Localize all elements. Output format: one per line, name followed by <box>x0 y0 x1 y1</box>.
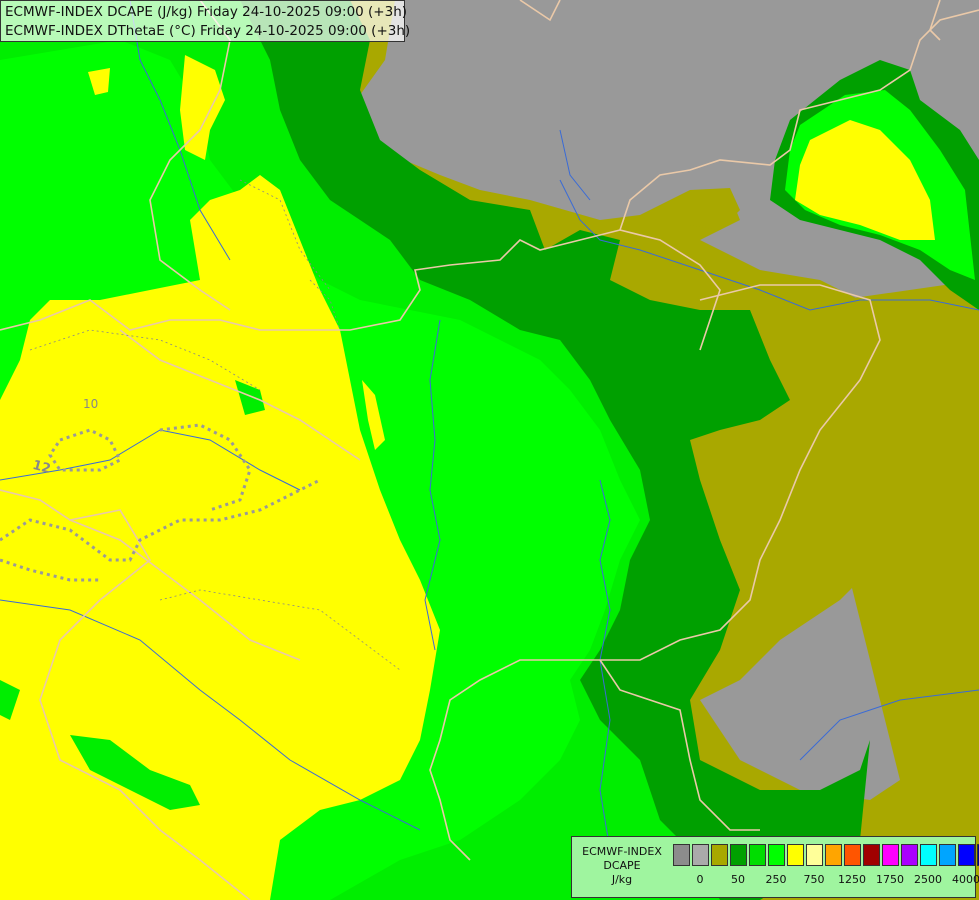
legend-swatch <box>786 844 805 866</box>
legend-ticks: 0 50 250 750 1250 1750 2500 4000 <box>673 873 979 889</box>
title-line-dthetae: ECMWF-INDEX DThetaE (°C) Friday 24-10-20… <box>5 23 411 39</box>
legend-parameter: DCAPE <box>603 859 641 872</box>
legend-swatch <box>938 844 957 866</box>
legend-swatch <box>691 844 710 866</box>
legend-swatch <box>673 844 691 866</box>
legend-swatch <box>843 844 862 866</box>
legend-swatches <box>673 844 979 866</box>
legend-tick-label: 750 <box>803 873 825 886</box>
dcape-map: 10 12 <box>0 0 979 900</box>
legend-title: ECMWF-INDEX DCAPE J/kg <box>572 845 672 887</box>
legend-tick-label: 0 <box>696 873 704 886</box>
legend-tick-label: 1250 <box>838 873 866 886</box>
legend-swatch <box>862 844 881 866</box>
legend-swatch <box>710 844 729 866</box>
title-line-dcape: ECMWF-INDEX DCAPE (J/kg) Friday 24-10-20… <box>5 4 408 20</box>
legend-tick-label: 4000 <box>952 873 979 886</box>
legend-tick-label: 1750 <box>876 873 904 886</box>
legend-swatch <box>919 844 938 866</box>
legend-swatch <box>900 844 919 866</box>
legend-tick-label: 250 <box>765 873 787 886</box>
legend-model: ECMWF-INDEX <box>582 845 662 858</box>
legend-tick-label: 50 <box>731 873 745 886</box>
legend-swatch <box>824 844 843 866</box>
legend-tick-label: 2500 <box>914 873 942 886</box>
map-title: ECMWF-INDEX DCAPE (J/kg) Friday 24-10-20… <box>0 0 411 42</box>
legend-swatch <box>767 844 786 866</box>
legend-swatch <box>805 844 824 866</box>
color-legend: ECMWF-INDEX DCAPE J/kg 0 50 250 750 1250 1750… <box>571 836 979 898</box>
contour-label-10: 10 <box>83 397 98 411</box>
legend-swatch <box>729 844 748 866</box>
legend-swatch <box>957 844 976 866</box>
legend-swatch <box>881 844 900 866</box>
legend-swatch <box>748 844 767 866</box>
legend-unit: J/kg <box>611 873 633 886</box>
